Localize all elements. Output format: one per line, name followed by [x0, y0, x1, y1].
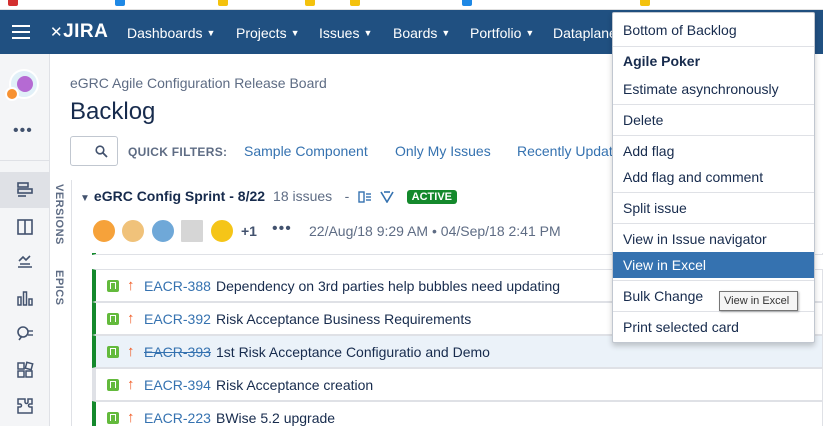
menu-divider — [613, 311, 814, 312]
sprint-start-date: 22/Aug/18 9:29 AM — [309, 223, 429, 239]
issue-row[interactable]: ↑ EACR-223 BWise 5.2 upgrade — [92, 401, 823, 426]
board-icon[interactable] — [0, 209, 50, 245]
project-avatar[interactable] — [5, 69, 39, 101]
project-name[interactable]: eGRC Agile Configuration Release Board — [70, 75, 327, 91]
issue-key[interactable]: EACR-392 — [144, 311, 211, 327]
menu-item-add-flag[interactable]: Add flag — [613, 138, 814, 164]
add-ons-icon[interactable] — [0, 388, 50, 424]
bookmarks-bar — [0, 0, 823, 10]
jira-logo[interactable]: ✕JIRA — [50, 21, 108, 43]
page-title: Backlog — [70, 98, 156, 125]
story-icon — [107, 346, 119, 358]
date-separator: • — [431, 223, 437, 239]
issue-summary: BWise 5.2 upgrade — [216, 410, 336, 426]
menu-divider — [613, 135, 814, 136]
versions-tab[interactable]: VERSIONS — [53, 184, 65, 245]
epics-tab[interactable]: EPICS — [53, 270, 65, 306]
tooltip: View in Excel — [719, 291, 798, 311]
quick-filters-label: QUICK FILTERS: — [128, 145, 228, 159]
nav-boards[interactable]: Boards ▼ — [393, 25, 450, 41]
priority-high-icon: ↑ — [127, 310, 135, 327]
menu-item-delete[interactable]: Delete — [613, 107, 814, 133]
extra-assignees-count[interactable]: +1 — [241, 223, 257, 239]
menu-item-view-issue-navigator[interactable]: View in Issue navigator — [613, 226, 814, 252]
priority-high-icon: ↑ — [127, 343, 135, 360]
chevron-down-icon[interactable]: ▼ — [80, 193, 90, 204]
menu-item-split-issue[interactable]: Split issue — [613, 195, 814, 221]
nav-dashboards[interactable]: Dashboards ▼ — [127, 25, 215, 41]
sprint-board-icon[interactable] — [358, 191, 372, 203]
side-tabs: VERSIONS EPICS — [50, 180, 72, 426]
avatar[interactable] — [179, 218, 205, 244]
sprint-goal-icon[interactable] — [380, 191, 394, 203]
bookmark-favicon[interactable] — [218, 0, 228, 6]
sprint-dates: 22/Aug/18 9:29 AM • 04/Sep/18 2:41 PM — [309, 223, 561, 239]
menu-divider — [613, 280, 814, 281]
nav-dataplane[interactable]: Dataplane — [553, 25, 617, 41]
bookmark-favicon[interactable] — [462, 0, 472, 6]
menu-divider — [613, 104, 814, 105]
menu-item-add-flag-comment[interactable]: Add flag and comment — [613, 164, 814, 190]
bookmark-favicon[interactable] — [8, 0, 18, 6]
menu-item-estimate-async[interactable]: Estimate asynchronously — [613, 76, 814, 102]
nav-projects[interactable]: Projects ▼ — [236, 25, 300, 41]
issue-row[interactable]: ↑ EACR-394 Risk Acceptance creation — [92, 368, 823, 401]
menu-item-bottom-of-backlog[interactable]: Bottom of Backlog — [613, 17, 814, 43]
project-sidebar: ••• — [0, 54, 50, 426]
issue-summary: 1st Risk Acceptance Configuratio and Dem… — [216, 344, 490, 360]
bookmark-favicon[interactable] — [305, 0, 315, 6]
divider — [0, 160, 50, 161]
bookmark-favicon[interactable] — [640, 0, 650, 6]
priority-high-icon: ↑ — [127, 376, 135, 393]
priority-high-icon: ↑ — [127, 277, 135, 294]
more-icon[interactable]: ••• — [13, 122, 33, 140]
story-icon — [107, 313, 119, 325]
components-icon[interactable] — [0, 352, 50, 388]
nav-issues[interactable]: Issues ▼ — [319, 25, 372, 41]
nav-portfolio[interactable]: Portfolio ▼ — [470, 25, 534, 41]
backlog-search-input[interactable] — [70, 136, 118, 166]
backlog-icon[interactable] — [0, 172, 50, 208]
issue-summary: Risk Acceptance creation — [216, 377, 374, 393]
sprint-count-separator: - — [344, 188, 350, 204]
reports-icon[interactable] — [0, 280, 50, 316]
menu-divider — [613, 223, 814, 224]
sprint-status-badge: ACTIVE — [406, 190, 458, 204]
quick-filter-only-my-issues[interactable]: Only My Issues — [395, 143, 491, 159]
search-icon — [95, 145, 108, 158]
avatar[interactable] — [150, 218, 176, 244]
avatar[interactable] — [209, 218, 235, 244]
sprint-end-date: 04/Sep/18 2:41 PM — [440, 223, 561, 239]
avatar[interactable] — [91, 218, 117, 244]
story-icon — [107, 412, 119, 424]
menu-divider — [613, 46, 814, 47]
story-icon — [107, 379, 119, 391]
menu-item-view-in-excel[interactable]: View in Excel — [613, 252, 814, 278]
sprint-header[interactable]: ▼ eGRC Config Sprint - 8/22 18 issues - AC… — [80, 188, 458, 206]
bookmark-favicon[interactable] — [350, 0, 360, 6]
issue-key[interactable]: EACR-223 — [144, 410, 211, 426]
issue-summary: Risk Acceptance Business Requirements — [216, 311, 472, 327]
menu-divider — [613, 192, 814, 193]
issue-key[interactable]: EACR-394 — [144, 377, 211, 393]
priority-high-icon: ↑ — [127, 409, 135, 426]
story-icon — [107, 280, 119, 292]
quick-filter-sample-component[interactable]: Sample Component — [244, 143, 368, 159]
menu-icon[interactable] — [12, 25, 30, 39]
releases-icon[interactable] — [0, 244, 50, 280]
sprint-issue-count: 18 issues — [273, 188, 333, 204]
menu-item-agile-poker[interactable]: Agile Poker — [613, 48, 814, 74]
sprint-actions-icon[interactable]: ••• — [272, 220, 292, 238]
bookmark-favicon[interactable] — [115, 0, 125, 6]
issue-key[interactable]: EACR-388 — [144, 278, 211, 294]
menu-item-print-card[interactable]: Print selected card — [613, 314, 814, 340]
issue-key[interactable]: EACR-393 — [144, 344, 211, 360]
issues-search-icon[interactable] — [0, 316, 50, 352]
sprint-name: eGRC Config Sprint - 8/22 — [93, 188, 266, 204]
avatar[interactable] — [120, 218, 146, 244]
issue-summary: Dependency on 3rd parties help bubbles n… — [216, 278, 561, 294]
